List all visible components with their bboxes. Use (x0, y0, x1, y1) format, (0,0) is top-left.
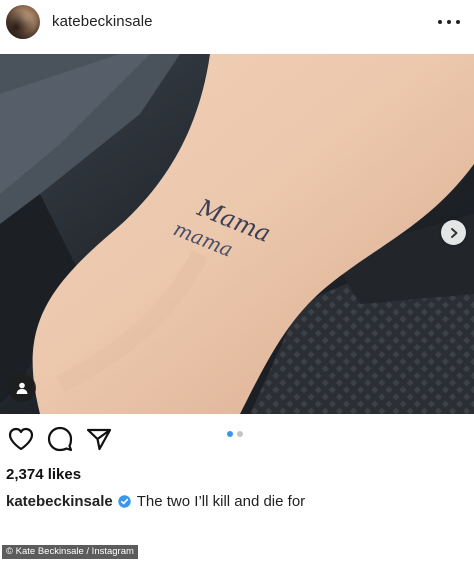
post-actions (6, 424, 123, 454)
carousel-dot (237, 431, 243, 437)
post-caption: katebeckinsale The two I’ll kill and die… (6, 493, 305, 510)
caption-username[interactable]: katebeckinsale (6, 493, 113, 510)
likes-count[interactable]: 2,374 likes (6, 466, 81, 483)
verified-badge-icon (118, 495, 131, 508)
carousel-indicator (227, 431, 247, 437)
user-tag-icon[interactable] (8, 374, 36, 402)
post-photo[interactable]: Mama mama (0, 54, 474, 414)
carousel-dot-active (227, 431, 233, 437)
more-options-icon[interactable] (438, 10, 460, 34)
post-header: katebeckinsale (0, 0, 474, 46)
share-icon[interactable] (84, 424, 114, 454)
comment-icon[interactable] (45, 424, 75, 454)
instagram-post: katebeckinsale Mama mama 2,374 likes kat… (0, 0, 474, 561)
post-username[interactable]: katebeckinsale (52, 13, 153, 30)
avatar[interactable] (6, 5, 40, 39)
caption-text: The two I’ll kill and die for (136, 493, 306, 510)
chevron-right-icon[interactable] (441, 220, 466, 245)
heart-icon[interactable] (6, 424, 36, 454)
photo-credit: © Kate Beckinsale / Instagram (2, 545, 138, 559)
